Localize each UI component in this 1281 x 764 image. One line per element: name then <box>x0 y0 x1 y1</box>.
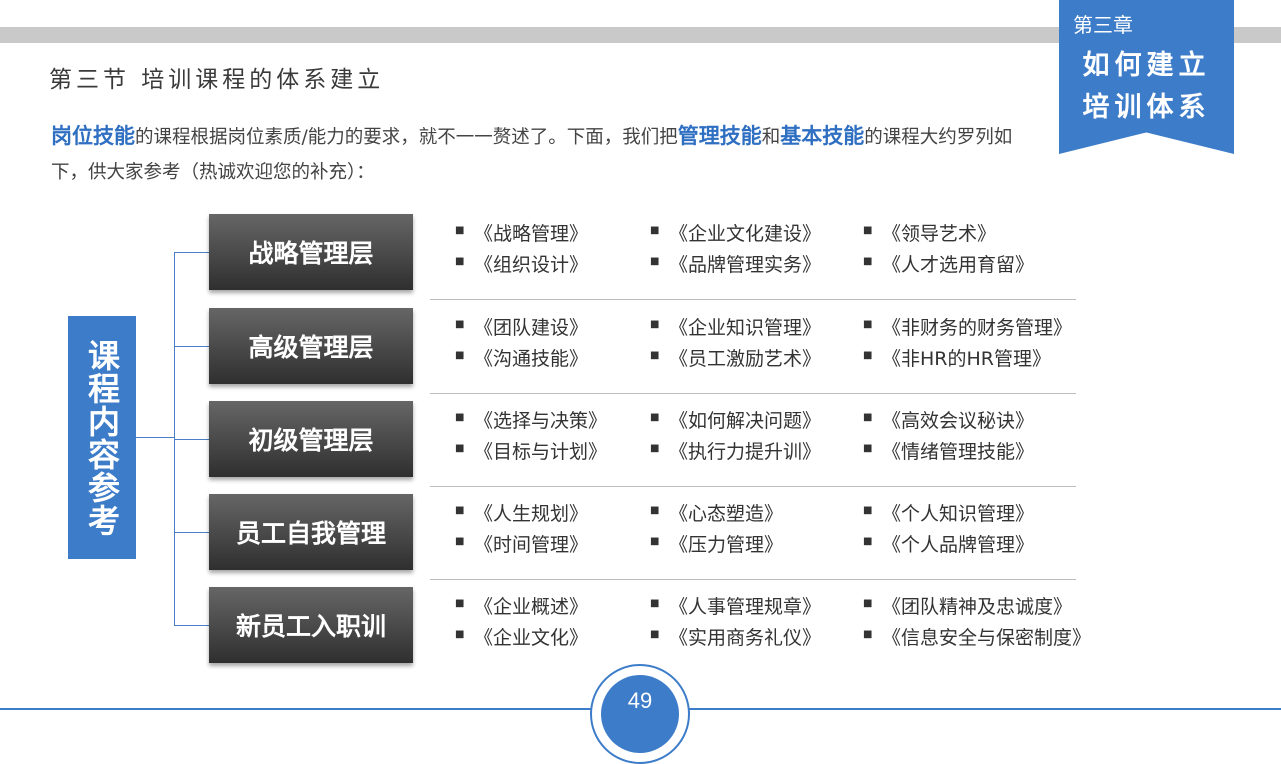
chapter-title-line1: 如何建立 <box>1082 50 1211 81</box>
chapter-title-line2: 培训体系 <box>1082 92 1211 123</box>
intro-highlight-3: 基本技能 <box>780 124 865 148</box>
course-item: 《情绪管理技能》 <box>863 437 1034 464</box>
course-category-label: 课程内容参考 <box>68 316 136 559</box>
course-item: 《压力管理》 <box>650 530 783 557</box>
course-title: 《个人知识管理》 <box>882 503 1035 525</box>
section-title: 第三节 培训课程的体系建立 <box>49 67 385 93</box>
level-box: 新员工入职训 <box>209 587 413 663</box>
intro-highlight-2: 管理技能 <box>677 124 762 148</box>
chapter-ribbon: 第三章 如何建立 培训体系 <box>1059 0 1234 154</box>
chapter-number: 第三章 <box>1073 15 1133 37</box>
intro-text-2: 和 <box>761 127 781 148</box>
course-title: 《压力管理》 <box>669 534 784 556</box>
course-title: 《目标与计划》 <box>474 441 608 463</box>
course-item: 《品牌管理实务》 <box>650 250 821 277</box>
tree-connector-branch <box>174 625 209 626</box>
course-title: 《企业知识管理》 <box>669 317 822 339</box>
course-item: 《人生规划》 <box>455 499 588 526</box>
course-item: 《企业文化》 <box>455 623 588 650</box>
course-title: 《非财务的财务管理》 <box>882 317 1073 339</box>
course-item: 《目标与计划》 <box>455 437 607 464</box>
course-title: 《高效会议秘诀》 <box>882 410 1035 432</box>
course-title: 《战略管理》 <box>474 223 589 245</box>
course-title: 《个人品牌管理》 <box>882 534 1035 556</box>
intro-text-1: 的课程根据岗位素质/能力的要求，就不一一赘述了。下面，我们把 <box>135 127 678 148</box>
course-item: 《团队精神及忠诚度》 <box>863 592 1072 619</box>
course-item: 《非HR的HR管理》 <box>863 344 1051 371</box>
course-title: 《团队精神及忠诚度》 <box>882 596 1073 618</box>
course-item: 《战略管理》 <box>455 219 588 246</box>
level-box: 员工自我管理 <box>209 494 413 570</box>
course-title: 《企业文化建设》 <box>669 223 822 245</box>
course-title: 《团队建设》 <box>474 317 589 339</box>
course-title: 《实用商务礼仪》 <box>669 627 822 649</box>
page-number-badge <box>601 675 679 753</box>
course-title: 《领导艺术》 <box>882 223 997 245</box>
course-item: 《员工激励艺术》 <box>650 344 821 371</box>
row-separator <box>430 299 1076 300</box>
level-box: 战略管理层 <box>209 214 413 290</box>
level-box: 高级管理层 <box>209 308 413 384</box>
course-item: 《个人品牌管理》 <box>863 530 1034 557</box>
course-item: 《高效会议秘诀》 <box>863 406 1034 433</box>
tree-connector-branch <box>174 439 209 440</box>
course-item: 《人事管理规章》 <box>650 592 821 619</box>
course-title: 《人事管理规章》 <box>669 596 822 618</box>
course-item: 《信息安全与保密制度》 <box>863 623 1091 650</box>
row-separator <box>430 393 1076 394</box>
course-item: 《时间管理》 <box>455 530 588 557</box>
tree-connector-branch <box>174 532 209 533</box>
course-title: 《选择与决策》 <box>474 410 608 432</box>
course-title: 《时间管理》 <box>474 534 589 556</box>
course-item: 《心态塑造》 <box>650 499 783 526</box>
course-item: 《执行力提升训》 <box>650 437 821 464</box>
course-item: 《企业文化建设》 <box>650 219 821 246</box>
tree-connector-branch <box>174 346 209 347</box>
course-title: 《心态塑造》 <box>669 503 784 525</box>
course-item: 《领导艺术》 <box>863 219 996 246</box>
level-box: 初级管理层 <box>209 401 413 477</box>
course-item: 《如何解决问题》 <box>650 406 821 433</box>
course-item: 《企业概述》 <box>455 592 588 619</box>
course-item: 《非财务的财务管理》 <box>863 313 1072 340</box>
course-item: 《沟通技能》 <box>455 344 588 371</box>
course-item: 《团队建设》 <box>455 313 588 340</box>
course-item: 《人才选用育留》 <box>863 250 1034 277</box>
course-title: 《沟通技能》 <box>474 348 589 370</box>
tree-connector-root <box>136 437 174 438</box>
row-separator <box>430 579 1076 580</box>
course-title: 《组织设计》 <box>474 254 589 276</box>
course-item: 《选择与决策》 <box>455 406 607 433</box>
intro-highlight-1: 岗位技能 <box>51 124 135 148</box>
course-title: 《信息安全与保密制度》 <box>882 627 1092 649</box>
course-title: 《人生规划》 <box>474 503 589 525</box>
row-separator <box>430 486 1076 487</box>
course-title: 《企业文化》 <box>474 627 589 649</box>
course-title: 《非HR的HR管理》 <box>882 348 1051 370</box>
tree-connector-branch <box>174 252 209 253</box>
course-item: 《组织设计》 <box>455 250 588 277</box>
course-title: 《如何解决问题》 <box>669 410 822 432</box>
intro-paragraph: 岗位技能的课程根据岗位素质/能力的要求，就不一一赘述了。下面，我们把管理技能和基… <box>51 119 1041 190</box>
page-number: 49 <box>627 688 653 713</box>
course-item: 《实用商务礼仪》 <box>650 623 821 650</box>
course-title: 《情绪管理技能》 <box>882 441 1035 463</box>
course-title: 《员工激励艺术》 <box>669 348 822 370</box>
course-item: 《企业知识管理》 <box>650 313 821 340</box>
course-title: 《企业概述》 <box>474 596 589 618</box>
course-title: 《人才选用育留》 <box>882 254 1035 276</box>
course-item: 《个人知识管理》 <box>863 499 1034 526</box>
course-title: 《品牌管理实务》 <box>669 254 822 276</box>
course-title: 《执行力提升训》 <box>669 441 822 463</box>
